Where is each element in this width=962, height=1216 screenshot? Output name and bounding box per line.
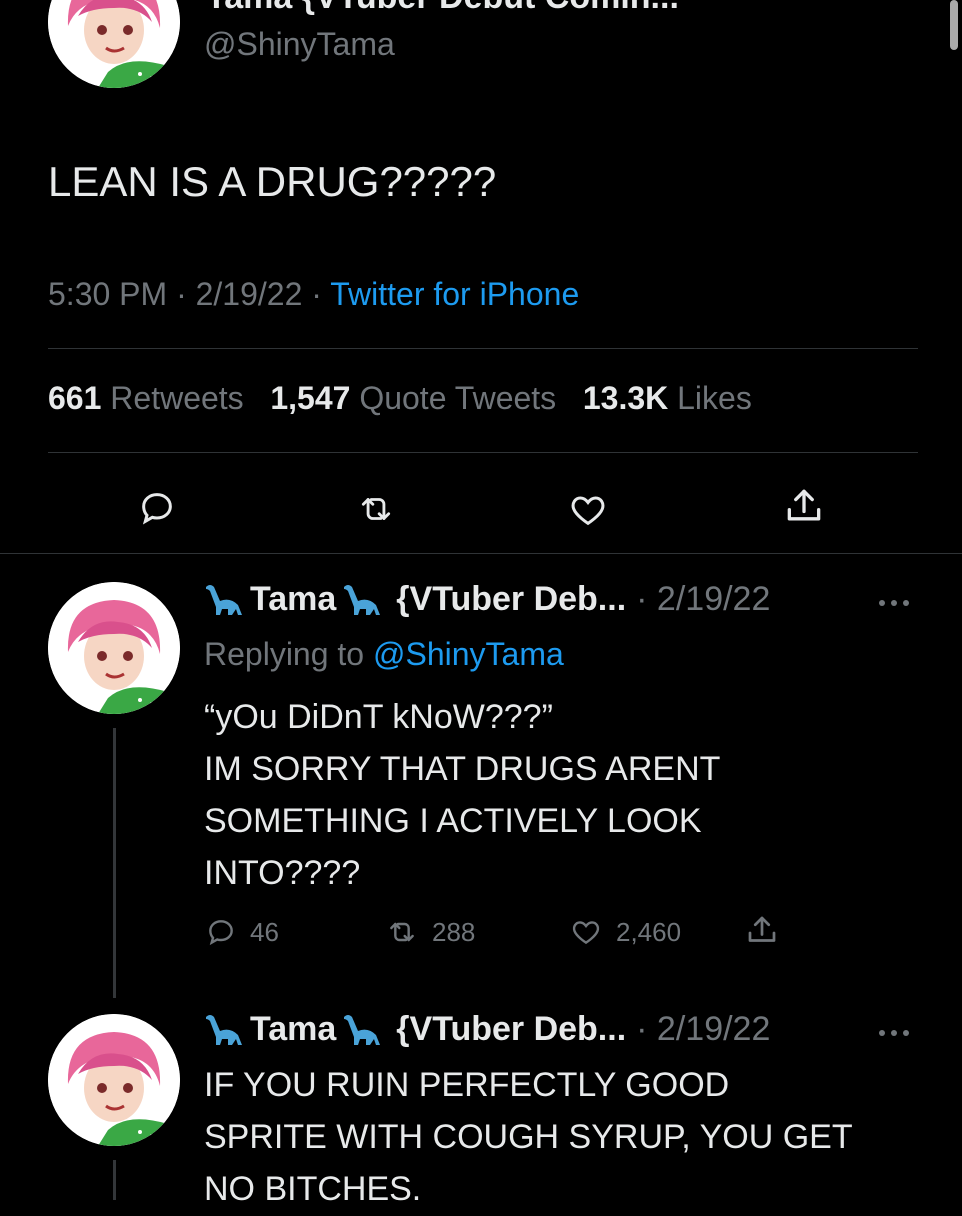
- quotes-count: 1,547: [270, 380, 351, 416]
- meta-separator: ·: [311, 276, 322, 312]
- reply2-line: NO BITCHES.: [204, 1170, 422, 1208]
- more-icon[interactable]: [876, 1028, 912, 1038]
- replying-handle[interactable]: @ShinyTama: [373, 636, 564, 672]
- meta-separator: ·: [176, 276, 187, 312]
- main-tweet-header: Tama {VTuber Debut Comin...: [206, 0, 679, 17]
- reply1-line: SOMETHING I ACTIVELY LOOK: [204, 802, 702, 840]
- scrollbar[interactable]: [950, 0, 958, 50]
- reply2-author-suffix[interactable]: {VTuber Deb...: [396, 1010, 626, 1049]
- reply1-retweet-button[interactable]: 288: [384, 916, 475, 948]
- divider: [48, 348, 918, 349]
- reply-icon: [209, 920, 233, 946]
- retweet-icon: [390, 922, 414, 942]
- reply1-date[interactable]: · 2/19/22: [636, 580, 770, 619]
- retweets-count: 661: [48, 380, 102, 416]
- tweet-time: 5:30 PM: [48, 276, 168, 312]
- tweet-source[interactable]: Twitter for iPhone: [330, 276, 579, 312]
- reply-count: 46: [250, 916, 279, 947]
- replying-prefix: Replying to: [204, 636, 365, 672]
- thread-line: [113, 1160, 116, 1200]
- reply2-line: SPRITE WITH COUGH SYRUP, YOU GET: [204, 1118, 853, 1156]
- reply1-line: “yOu DiDnT kNoW???”: [204, 698, 553, 736]
- main-tweet-handle[interactable]: @ShinyTama: [204, 26, 395, 63]
- reply1-author-name[interactable]: Tama: [250, 580, 336, 619]
- retweet-icon[interactable]: [354, 490, 398, 528]
- reply1-reply-button[interactable]: 46: [204, 916, 279, 948]
- like-icon[interactable]: [566, 490, 610, 530]
- quotes-stat[interactable]: 1,547 Quote Tweets: [270, 380, 565, 416]
- tweet-date: 2/19/22: [195, 276, 303, 312]
- reply2-date[interactable]: · 2/19/22: [636, 1010, 770, 1049]
- reply1-author-suffix[interactable]: {VTuber Deb...: [396, 580, 626, 619]
- share-icon: [748, 916, 776, 942]
- like-count: 2,460: [616, 916, 682, 947]
- retweets-stat[interactable]: 661 Retweets: [48, 380, 253, 416]
- dinosaur-emoji-icon: [204, 583, 244, 617]
- divider: [48, 452, 918, 453]
- dinosaur-emoji-icon: [204, 1013, 244, 1047]
- more-icon[interactable]: [876, 598, 912, 608]
- avatar[interactable]: [48, 0, 180, 88]
- share-icon[interactable]: [782, 484, 826, 528]
- likes-label: Likes: [677, 380, 752, 416]
- retweets-label: Retweets: [110, 380, 244, 416]
- reply2-author-name[interactable]: Tama: [250, 1010, 336, 1049]
- avatar[interactable]: [48, 1014, 180, 1146]
- divider: [0, 553, 962, 554]
- reply1-line: IM SORRY THAT DRUGS ARENT: [204, 750, 721, 788]
- reply1-header: Tama {VTuber Deb... · 2/19/22: [204, 580, 770, 619]
- main-tweet-text: LEAN IS A DRUG?????: [48, 158, 497, 205]
- thread-line: [113, 728, 116, 998]
- reply-icon[interactable]: [136, 488, 178, 528]
- likes-count: 13.3K: [582, 380, 669, 416]
- reply2-header: Tama {VTuber Deb... · 2/19/22: [204, 1010, 770, 1049]
- quotes-label: Quote Tweets: [359, 380, 557, 416]
- reply1-like-button[interactable]: 2,460: [568, 916, 681, 948]
- reply2-line: IF YOU RUIN PERFECTLY GOOD: [204, 1066, 730, 1104]
- retweet-count: 288: [432, 916, 476, 947]
- dinosaur-emoji-icon: [342, 1013, 382, 1047]
- like-icon: [572, 921, 600, 945]
- replying-to: Replying to @ShinyTama: [204, 636, 564, 673]
- reply1-share-button[interactable]: [744, 912, 792, 948]
- tweet-stats: 661 Retweets 1,547 Quote Tweets 13.3K Li…: [48, 380, 752, 417]
- reply1-line: INTO????: [204, 854, 361, 892]
- avatar[interactable]: [48, 582, 180, 714]
- tweet-meta: 5:30 PM · 2/19/22 · Twitter for iPhone: [48, 276, 579, 313]
- dinosaur-emoji-icon: [342, 583, 382, 617]
- likes-stat[interactable]: 13.3K Likes: [583, 380, 752, 416]
